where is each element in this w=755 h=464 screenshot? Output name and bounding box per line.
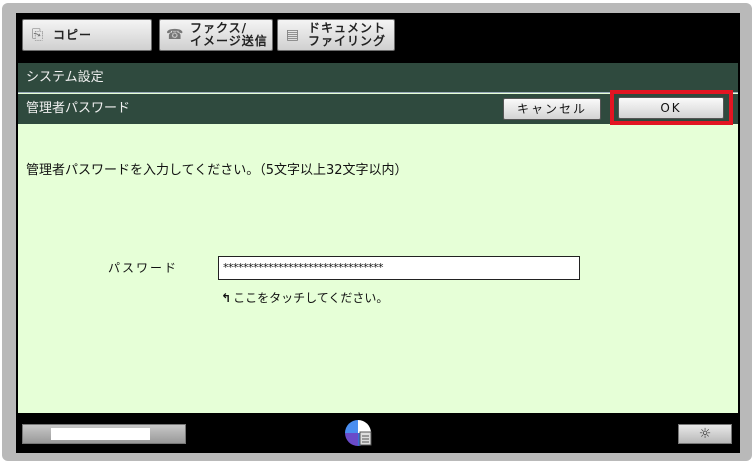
instruction-text: 管理者パスワードを入力してください。（5文字以上32文字以内）	[26, 163, 408, 178]
touch-hint-text: ここをタッチしてください。	[233, 291, 389, 305]
password-input[interactable]: ********************************	[218, 256, 580, 280]
job-progress-bar	[22, 424, 186, 444]
tab-document-filing[interactable]: ▤ ドキュメント ファイリング	[277, 19, 395, 51]
tab-copy[interactable]: ⎘ コピー	[22, 19, 152, 51]
brightness-button[interactable]: ☼	[678, 424, 732, 444]
password-label: パスワード	[108, 261, 179, 275]
touch-screen: ⎘ コピー ☎ ファクス/ イメージ送信 ▤ ドキュメント ファイリング システ…	[16, 13, 740, 453]
page-title: システム設定	[18, 63, 738, 93]
ok-button[interactable]: OK	[618, 97, 724, 119]
settings-panel: システム設定 管理者パスワード キャンセル OK 管理者パスワードを入力してくだ…	[18, 63, 738, 413]
cancel-button[interactable]: キャンセル	[503, 98, 601, 120]
ok-highlight-box: OK	[610, 90, 733, 125]
tab-fax-label: ファクス/ イメージ送信	[190, 21, 268, 48]
document-filing-icon: ▤	[285, 27, 301, 43]
tab-fax-image-send[interactable]: ☎ ファクス/ イメージ送信	[159, 19, 273, 51]
status-bar: ☼	[16, 413, 740, 453]
job-status-icon[interactable]	[342, 417, 374, 449]
copy-icon: ⎘	[31, 27, 45, 43]
job-progress-fill	[51, 428, 150, 440]
tab-copy-label: コピー	[53, 27, 93, 42]
device-frame: ⎘ コピー ☎ ファクス/ イメージ送信 ▤ ドキュメント ファイリング システ…	[2, 3, 752, 461]
brightness-icon: ☼	[698, 426, 712, 442]
tab-document-filing-label: ドキュメント ファイリング	[308, 21, 387, 48]
touch-hint: ↰ ここをタッチしてください。	[221, 289, 388, 306]
fax-icon: ☎	[166, 27, 185, 43]
return-arrow-icon: ↰	[221, 291, 232, 305]
